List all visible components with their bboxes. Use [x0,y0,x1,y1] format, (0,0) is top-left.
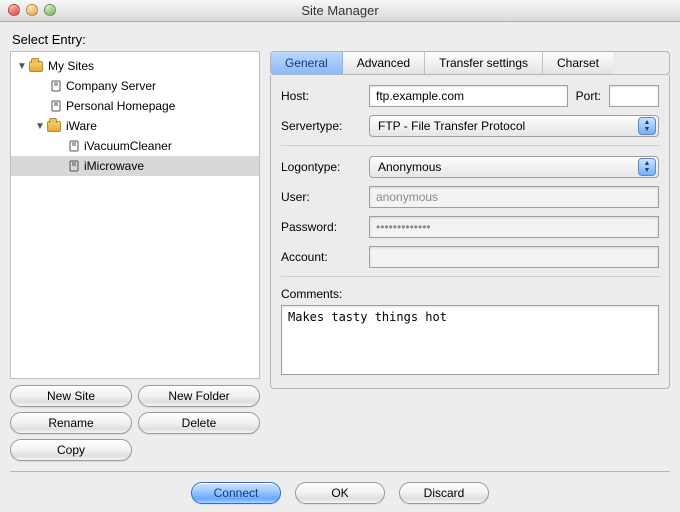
server-icon [51,100,61,112]
server-icon [51,80,61,92]
folder-icon [29,61,43,72]
select-entry-label: Select Entry: [12,32,670,47]
logontype-label: Logontype: [281,160,361,174]
close-window-button[interactable] [8,4,20,16]
tree-site-company-server[interactable]: Company Server [11,76,259,96]
servertype-value: FTP - File Transfer Protocol [378,119,525,133]
updown-arrows-icon: ▲▼ [638,117,656,135]
account-label: Account: [281,250,361,264]
disclosure-triangle-icon[interactable]: ▼ [17,61,27,72]
window-title: Site Manager [301,3,378,18]
tab-bar: General Advanced Transfer settings Chars… [270,51,670,75]
delete-button[interactable]: Delete [138,412,260,434]
tree-label: Personal Homepage [66,99,175,113]
server-icon [69,140,79,152]
zoom-window-button[interactable] [44,4,56,16]
ok-button[interactable]: OK [295,482,385,504]
tree-site-imicrowave[interactable]: iMicrowave [11,156,259,176]
tab-charset[interactable]: Charset [543,52,613,74]
servertype-label: Servertype: [281,119,361,133]
site-tree[interactable]: ▼ My Sites Company Server Personal Homep… [10,51,260,379]
minimize-window-button[interactable] [26,4,38,16]
servertype-select[interactable]: FTP - File Transfer Protocol ▲▼ [369,115,659,137]
tab-general[interactable]: General [271,52,343,74]
user-input [369,186,659,208]
password-input [369,216,659,238]
dialog-footer: Connect OK Discard [10,471,670,504]
port-input[interactable] [609,85,659,107]
comments-textarea[interactable] [281,305,659,375]
logontype-select[interactable]: Anonymous ▲▼ [369,156,659,178]
new-site-button[interactable]: New Site [10,385,132,407]
password-label: Password: [281,220,361,234]
tree-label: iVacuumCleaner [84,139,172,153]
tab-advanced[interactable]: Advanced [343,52,425,74]
rename-button[interactable]: Rename [10,412,132,434]
general-panel: Host: Port: Servertype: FTP - File Trans… [270,75,670,389]
copy-button[interactable]: Copy [10,439,132,461]
tree-site-ivacuumcleaner[interactable]: iVacuumCleaner [11,136,259,156]
logontype-value: Anonymous [378,160,441,174]
user-label: User: [281,190,361,204]
host-label: Host: [281,89,361,103]
tree-site-personal-homepage[interactable]: Personal Homepage [11,96,259,116]
tree-label: iWare [66,119,97,133]
account-input [369,246,659,268]
connect-button[interactable]: Connect [191,482,281,504]
tree-label: iMicrowave [84,159,144,173]
new-folder-button[interactable]: New Folder [138,385,260,407]
tab-transfer-settings[interactable]: Transfer settings [425,52,543,74]
disclosure-triangle-icon[interactable]: ▼ [35,121,45,132]
port-label: Port: [576,89,601,103]
tree-folder-my-sites[interactable]: ▼ My Sites [11,56,259,76]
host-input[interactable] [369,85,568,107]
discard-button[interactable]: Discard [399,482,489,504]
tree-folder-iware[interactable]: ▼ iWare [11,116,259,136]
tree-label: Company Server [66,79,156,93]
server-icon [69,160,79,172]
comments-label: Comments: [281,287,659,301]
tree-label: My Sites [48,59,94,73]
updown-arrows-icon: ▲▼ [638,158,656,176]
titlebar: Site Manager [0,0,680,22]
folder-icon [47,121,61,132]
